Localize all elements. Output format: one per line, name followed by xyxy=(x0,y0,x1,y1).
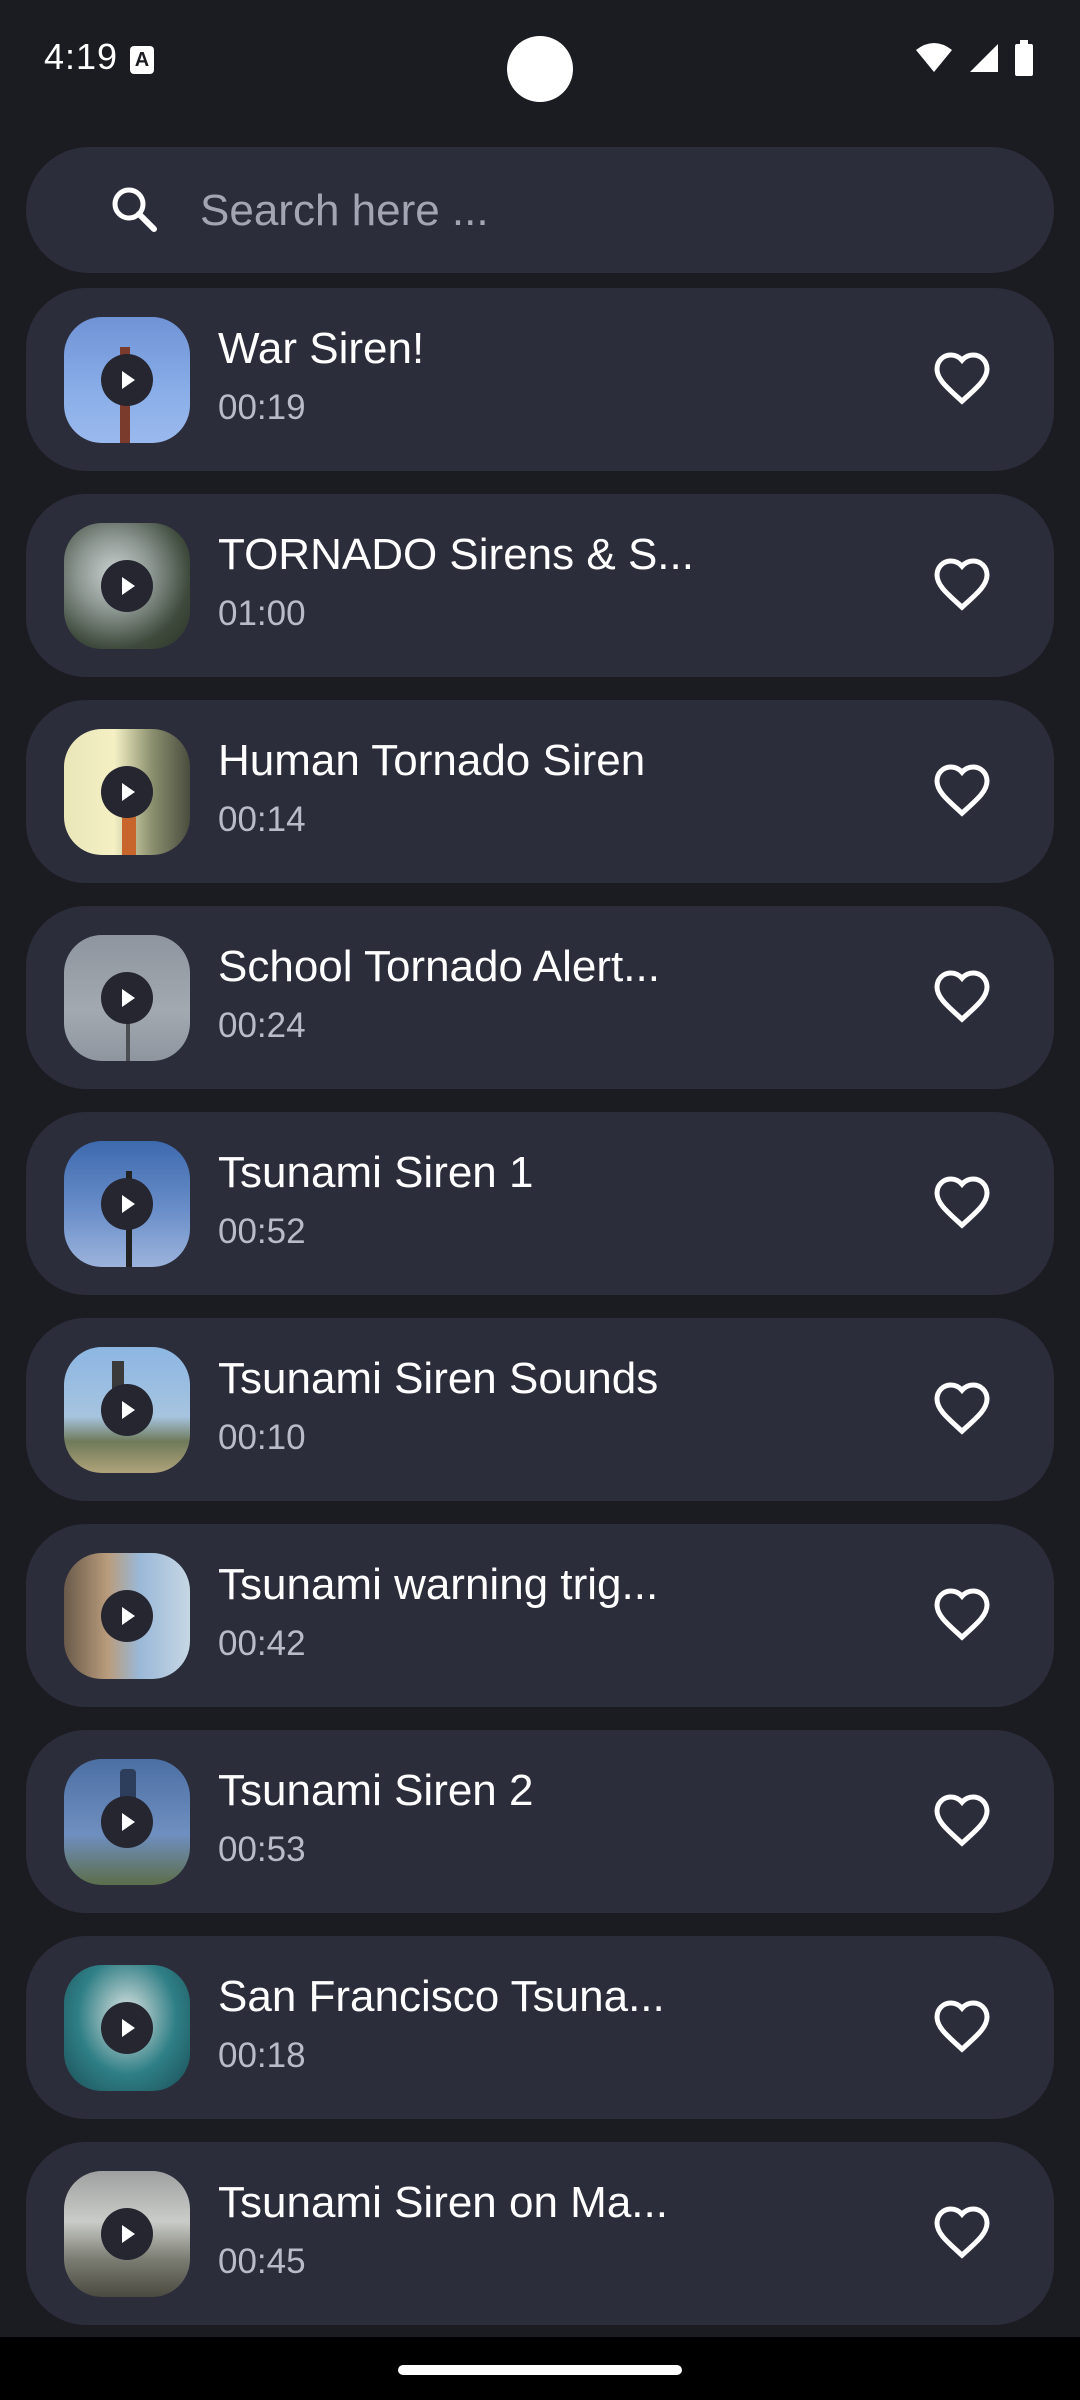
item-title: Tsunami Siren Sounds xyxy=(218,1354,659,1403)
heart-icon[interactable] xyxy=(932,2204,992,2264)
item-duration: 00:24 xyxy=(218,1006,306,1045)
item-duration: 00:52 xyxy=(218,1212,306,1251)
item-duration: 01:00 xyxy=(218,594,306,633)
thumbnail-image xyxy=(64,317,190,443)
thumbnail-image xyxy=(64,1965,190,2091)
search-input[interactable] xyxy=(198,175,1002,247)
list-item[interactable]: School Tornado Alert... 00:24 xyxy=(26,906,1054,1089)
search-bar[interactable] xyxy=(26,147,1054,273)
item-title: TORNADO Sirens & S... xyxy=(218,530,694,579)
sound-list: War Siren! 00:19 TORNADO Sirens & S... 0… xyxy=(26,288,1054,2348)
item-duration: 00:14 xyxy=(218,800,306,839)
thumbnail-image xyxy=(64,2171,190,2297)
list-item[interactable]: Tsunami Siren 1 00:52 xyxy=(26,1112,1054,1295)
heart-icon[interactable] xyxy=(932,350,992,410)
thumbnail-image xyxy=(64,1553,190,1679)
item-duration: 00:42 xyxy=(218,1624,306,1663)
battery-icon xyxy=(1015,40,1033,76)
heart-icon[interactable] xyxy=(932,1380,992,1440)
heart-icon[interactable] xyxy=(932,1586,992,1646)
list-item[interactable]: Tsunami warning trig... 00:42 xyxy=(26,1524,1054,1707)
wifi-icon xyxy=(916,43,952,72)
play-icon[interactable] xyxy=(101,1178,153,1230)
search-icon xyxy=(112,187,157,232)
play-icon[interactable] xyxy=(101,766,153,818)
text-a-icon: A xyxy=(130,46,154,74)
item-duration: 00:45 xyxy=(218,2242,306,2281)
item-title: Tsunami Siren 2 xyxy=(218,1766,534,1815)
status-bar: 4:19 A xyxy=(0,0,1080,120)
list-item[interactable]: TORNADO Sirens & S... 01:00 xyxy=(26,494,1054,677)
list-item[interactable]: Tsunami Siren on Ma... 00:45 xyxy=(26,2142,1054,2325)
item-title: School Tornado Alert... xyxy=(218,942,660,991)
item-title: Tsunami Siren 1 xyxy=(218,1148,534,1197)
heart-icon[interactable] xyxy=(932,1174,992,1234)
list-item[interactable]: Tsunami Siren Sounds 00:10 xyxy=(26,1318,1054,1501)
item-duration: 00:18 xyxy=(218,2036,306,2075)
play-icon[interactable] xyxy=(101,560,153,612)
play-icon[interactable] xyxy=(101,1796,153,1848)
heart-icon[interactable] xyxy=(932,762,992,822)
thumbnail-image xyxy=(64,729,190,855)
play-icon[interactable] xyxy=(101,354,153,406)
thumbnail-image xyxy=(64,935,190,1061)
list-item[interactable]: Tsunami Siren 2 00:53 xyxy=(26,1730,1054,1913)
item-title: War Siren! xyxy=(218,324,425,373)
heart-icon[interactable] xyxy=(932,968,992,1028)
camera-cutout xyxy=(507,36,573,102)
navigation-bar xyxy=(0,2337,1080,2400)
thumbnail-image xyxy=(64,1141,190,1267)
list-item[interactable]: Human Tornado Siren 00:14 xyxy=(26,700,1054,883)
heart-icon[interactable] xyxy=(932,556,992,616)
item-duration: 00:53 xyxy=(218,1830,306,1869)
home-gesture-handle[interactable] xyxy=(398,2365,682,2375)
thumbnail-image xyxy=(64,1759,190,1885)
thumbnail-image xyxy=(64,523,190,649)
play-icon[interactable] xyxy=(101,1384,153,1436)
heart-icon[interactable] xyxy=(932,1792,992,1852)
item-title: Human Tornado Siren xyxy=(218,736,646,785)
item-title: San Francisco Tsuna... xyxy=(218,1972,665,2021)
status-icons xyxy=(914,40,1034,76)
heart-icon[interactable] xyxy=(932,1998,992,2058)
list-item[interactable]: San Francisco Tsuna... 00:18 xyxy=(26,1936,1054,2119)
item-duration: 00:19 xyxy=(218,388,306,427)
screen: 4:19 A War Siren! xyxy=(0,0,1080,2400)
play-icon[interactable] xyxy=(101,972,153,1024)
cellular-signal-icon xyxy=(970,44,998,72)
thumbnail-image xyxy=(64,1347,190,1473)
item-title: Tsunami warning trig... xyxy=(218,1560,659,1609)
item-duration: 00:10 xyxy=(218,1418,306,1457)
item-title: Tsunami Siren on Ma... xyxy=(218,2178,668,2227)
play-icon[interactable] xyxy=(101,2208,153,2260)
status-time: 4:19 xyxy=(44,36,119,77)
play-icon[interactable] xyxy=(101,1590,153,1642)
play-icon[interactable] xyxy=(101,2002,153,2054)
list-item[interactable]: War Siren! 00:19 xyxy=(26,288,1054,471)
